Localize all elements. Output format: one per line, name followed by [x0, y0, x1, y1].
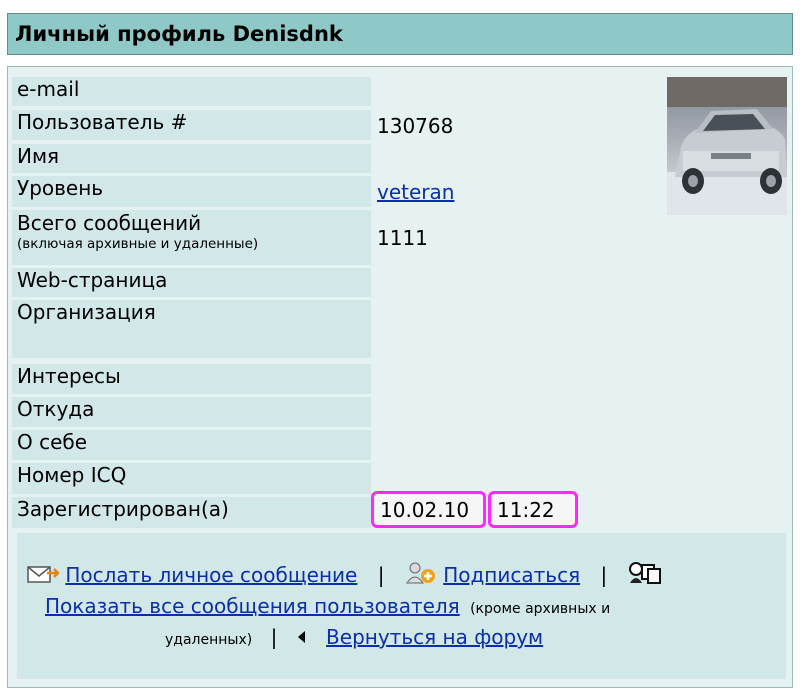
separator: |	[270, 625, 278, 649]
user-number-label: Пользователь #	[12, 110, 371, 140]
avatar	[667, 77, 787, 215]
level-label: Уровень	[12, 176, 371, 207]
page-title: Личный профиль Denisdnk	[15, 22, 343, 46]
icq-label: Номер ICQ	[12, 463, 371, 494]
registered-time: 11:22	[488, 491, 578, 528]
copy-profile-icon[interactable]	[628, 561, 662, 590]
subscribe-user-icon	[405, 562, 437, 589]
subscribe-link[interactable]: Подписаться	[443, 563, 580, 587]
email-label: e-mail	[12, 77, 371, 106]
send-message-link[interactable]: Послать личное сообщение	[65, 563, 357, 587]
level-link[interactable]: veteran	[377, 180, 454, 204]
level-value: veteran	[377, 180, 454, 204]
registered-date: 10.02.10	[371, 491, 486, 528]
name-label: Имя	[12, 144, 371, 173]
organization-label: Организация	[12, 300, 371, 358]
interests-label: Интересы	[12, 364, 371, 394]
about-label: О себе	[12, 430, 371, 460]
from-label: Откуда	[12, 397, 371, 427]
user-number-label-text: Пользователь #	[17, 110, 188, 134]
show-all-note-2: удаленных)	[165, 632, 253, 648]
posts-sublabel: (включая архивные и удаленные)	[17, 236, 259, 252]
show-all-note: (кроме архивных и	[470, 601, 611, 617]
back-to-forum-link[interactable]: Вернуться на форум	[326, 625, 543, 649]
separator: |	[600, 563, 608, 587]
registered-label: Зарегистрирован(а)	[12, 497, 371, 528]
back-arrow-icon	[296, 625, 306, 649]
car-photo	[667, 77, 787, 215]
webpage-label: Web-страница	[12, 268, 371, 297]
profile-actions: Послать личное сообщение | Подписаться |…	[17, 533, 786, 679]
show-all-posts-link[interactable]: Показать все сообщения пользователя	[45, 594, 460, 618]
posts-value: 1111	[377, 226, 428, 250]
user-number-value: 130768	[377, 114, 454, 138]
profile-header: Личный профиль Denisdnk	[7, 13, 793, 55]
posts-label: Всего сообщений (включая архивные и удал…	[12, 210, 371, 265]
separator: |	[377, 563, 385, 587]
envelope-icon	[27, 564, 60, 589]
